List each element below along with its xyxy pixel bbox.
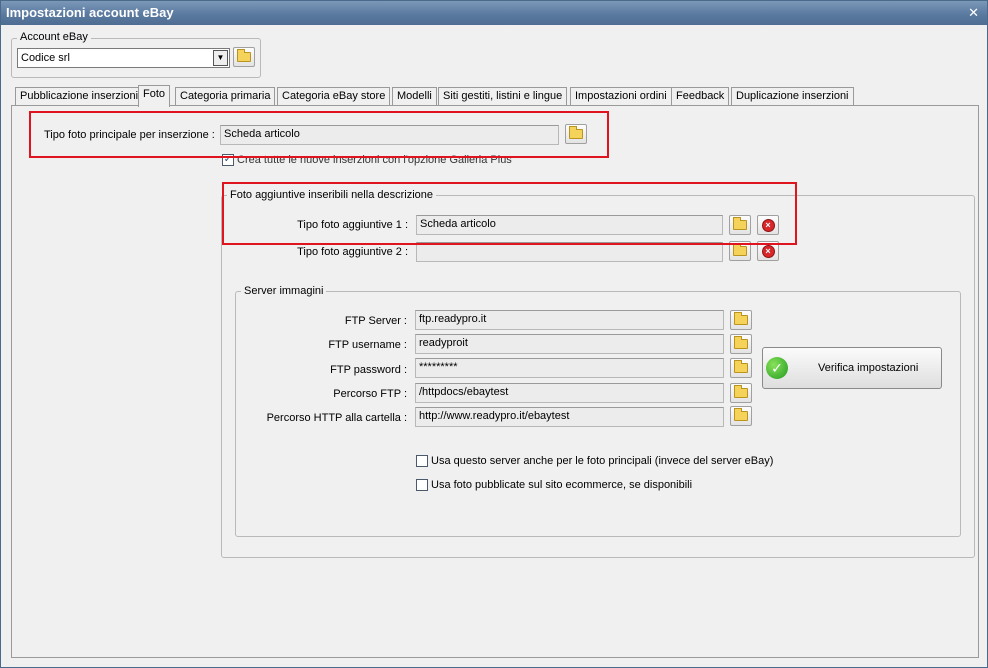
- tab-feedback[interactable]: Feedback: [671, 87, 730, 106]
- ftp-password-label: FTP password :: [330, 364, 407, 376]
- http-path-browse-button[interactable]: [730, 406, 752, 426]
- delete-icon: ×: [761, 244, 775, 258]
- ftp-username-field[interactable]: readyproit: [415, 334, 724, 354]
- use-ecommerce-photos-checkbox[interactable]: [416, 479, 428, 491]
- tab-siti-gestiti[interactable]: Siti gestiti, listini e lingue: [438, 87, 568, 106]
- title-bar: Impostazioni account eBay ✕: [1, 1, 987, 25]
- tab-impostazioni-ordini[interactable]: Impostazioni ordini: [570, 87, 672, 106]
- additional-photo-2-field[interactable]: [416, 242, 723, 262]
- folder-icon: [734, 385, 748, 398]
- folder-icon: [734, 408, 748, 421]
- ftp-server-field[interactable]: ftp.readypro.it: [415, 310, 724, 330]
- use-server-for-main-photos-label: Usa questo server anche per le foto prin…: [431, 455, 774, 467]
- folder-icon: [237, 49, 251, 62]
- tab-duplicazione-inserzioni[interactable]: Duplicazione inserzioni: [731, 87, 854, 106]
- close-icon[interactable]: ✕: [968, 1, 979, 25]
- additional-photo-2-label: Tipo foto aggiuntive 2 :: [297, 246, 408, 258]
- http-path-field[interactable]: http://www.readypro.it/ebaytest: [415, 407, 724, 427]
- tab-pubblicazione-inserzioni[interactable]: Pubblicazione inserzioni: [15, 87, 144, 106]
- ftp-password-browse-button[interactable]: [730, 358, 752, 378]
- additional-photo-1-highlight: [222, 182, 797, 245]
- account-select-value: Codice srl: [21, 52, 70, 64]
- check-icon: ✓: [766, 357, 788, 379]
- use-server-for-main-photos-checkbox[interactable]: [416, 455, 428, 467]
- ftp-path-field[interactable]: /httpdocs/ebaytest: [415, 383, 724, 403]
- tab-categoria-primaria[interactable]: Categoria primaria: [175, 87, 276, 106]
- account-group-label: Account eBay: [17, 31, 91, 43]
- ftp-server-label: FTP Server :: [344, 315, 407, 327]
- folder-icon: [734, 360, 748, 373]
- account-browse-button[interactable]: [233, 47, 255, 67]
- http-path-label: Percorso HTTP alla cartella :: [266, 412, 407, 424]
- folder-icon: [733, 243, 747, 256]
- chevron-down-icon[interactable]: ▼: [213, 50, 228, 66]
- ftp-server-browse-button[interactable]: [730, 310, 752, 330]
- ftp-path-browse-button[interactable]: [730, 383, 752, 403]
- folder-icon: [734, 336, 748, 349]
- account-select[interactable]: Codice srl ▼: [17, 48, 230, 68]
- ftp-username-browse-button[interactable]: [730, 334, 752, 354]
- ftp-path-label: Percorso FTP :: [333, 388, 407, 400]
- main-photo-highlight: [29, 111, 609, 158]
- ftp-password-field[interactable]: *********: [415, 358, 724, 378]
- use-ecommerce-photos-label: Usa foto pubblicate sul sito ecommerce, …: [431, 479, 693, 491]
- folder-icon: [734, 312, 748, 325]
- settings-window: Impostazioni account eBay ✕ Account eBay…: [0, 0, 988, 668]
- tab-categoria-ebay-store[interactable]: Categoria eBay store: [277, 87, 391, 106]
- verify-settings-label: Verifica impostazioni: [818, 362, 919, 374]
- image-server-group-label: Server immagini: [241, 285, 327, 297]
- window-title: Impostazioni account eBay: [6, 5, 174, 20]
- ftp-username-label: FTP username :: [328, 339, 407, 351]
- tab-foto[interactable]: Foto: [138, 85, 171, 107]
- verify-settings-button[interactable]: ✓ Verifica impostazioni: [762, 347, 942, 389]
- tab-modelli[interactable]: Modelli: [392, 87, 437, 106]
